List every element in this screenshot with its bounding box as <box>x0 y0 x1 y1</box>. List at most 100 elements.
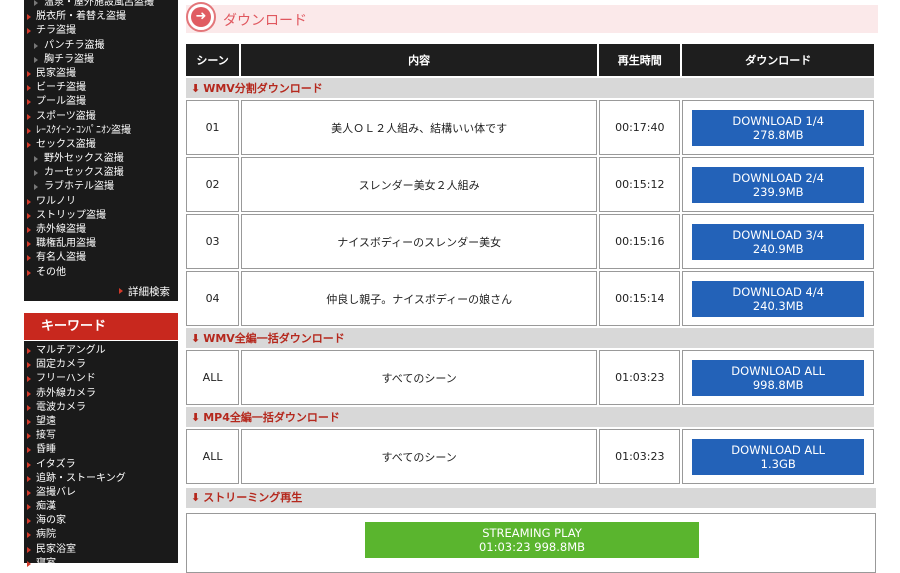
sidebar-category-item[interactable]: プール盗撮 <box>24 95 178 109</box>
download-icon: ⬇ <box>191 82 201 95</box>
time-cell: 00:15:12 <box>599 157 681 212</box>
section-title: MP4全編一括ダウンロード <box>203 411 340 424</box>
category-label: プール盗撮 <box>36 96 86 108</box>
content-cell: すべてのシーン <box>241 350 598 405</box>
column-header-download: ダウンロード <box>682 44 874 76</box>
sidebar-category-item[interactable]: 脱衣所・着替え盗撮 <box>24 10 178 24</box>
keyword-label: 民家浴室 <box>36 543 76 555</box>
sidebar-category-item[interactable]: スポーツ盗撮 <box>24 110 178 124</box>
sidebar-category-item[interactable]: パンチラ盗撮 <box>24 39 178 53</box>
sidebar-category-item[interactable]: ﾚｰｽｸｲｰﾝ･ｺﾝﾊﾟﾆｵﾝ盗撮 <box>24 124 178 138</box>
arrow-icon <box>34 56 38 63</box>
download-cell: DOWNLOAD 1/4 278.8MB <box>682 100 874 155</box>
sidebar-category-item[interactable]: 胸チラ盗撮 <box>24 53 178 67</box>
category-label: カーセックス盗撮 <box>44 167 124 179</box>
download-button-label: DOWNLOAD 2/4 <box>732 170 825 185</box>
sidebar-category-item[interactable]: 野外セックス盗撮 <box>24 152 178 166</box>
category-label: チラ盗撮 <box>36 25 76 37</box>
sidebar-category-item[interactable]: 民家盗撮 <box>24 67 178 81</box>
download-header: ➜ ダウンロード <box>186 2 878 33</box>
keyword-item[interactable]: フリーハンド <box>24 372 178 386</box>
keyword-item[interactable]: 電波カメラ <box>24 401 178 415</box>
section-title: WMV分割ダウンロード <box>203 82 323 95</box>
keyword-item[interactable]: 追跡・ストーキング <box>24 472 178 486</box>
section-header: ⬇ WMV全編一括ダウンロード <box>186 328 874 348</box>
sidebar-category-item[interactable]: チラ盗撮 <box>24 24 178 38</box>
content-cell: ナイスボディーのスレンダー美女 <box>241 214 598 269</box>
sidebar-category-item[interactable]: 赤外線盗撮 <box>24 223 178 237</box>
keyword-item[interactable]: 昏睡 <box>24 443 178 457</box>
arrow-icon <box>27 85 31 92</box>
sidebar-category-item[interactable]: ビーチ盗撮 <box>24 81 178 95</box>
download-button-label: DOWNLOAD 4/4 <box>732 284 825 299</box>
sidebar-category-item[interactable]: ストリップ盗撮 <box>24 209 178 223</box>
arrow-icon <box>34 156 38 163</box>
download-cell: DOWNLOAD ALL 1.3GB <box>682 429 874 484</box>
keyword-label: 病院 <box>36 529 56 541</box>
arrow-icon <box>27 376 31 383</box>
download-button-size: 239.9MB <box>752 184 804 199</box>
section-header-row: ⬇ WMV分割ダウンロード <box>186 78 874 98</box>
sidebar-category-item[interactable]: カーセックス盗撮 <box>24 166 178 180</box>
category-label: ﾚｰｽｸｲｰﾝ･ｺﾝﾊﾟﾆｵﾝ盗撮 <box>36 124 131 136</box>
keyword-panel: マルチアングル固定カメラ フリーハンド 赤外線カメラ 電波カメラ 望遠 接写 昏睡 イタズラ追… <box>24 341 178 569</box>
category-label: 脱衣所・着替え盗撮 <box>36 11 126 23</box>
keyword-item[interactable]: 望遠 <box>24 415 178 429</box>
keyword-item[interactable]: 盗撮バレ <box>24 486 178 500</box>
keyword-item[interactable]: マルチアングル <box>24 344 178 358</box>
arrow-icon <box>27 198 31 205</box>
category-menu: 温泉・屋外施設風呂盗撮脱衣所・着替え盗撮 チラ盗撮パンチラ盗撮 胸チラ盗撮民家盗撮ビ… <box>24 0 178 280</box>
arrow-icon <box>27 14 31 21</box>
arrow-icon <box>27 141 31 148</box>
keyword-item[interactable]: 病院 <box>24 528 178 542</box>
arrow-icon <box>27 241 31 248</box>
streaming-section: ⬇ ストリーミング再生 <box>186 488 878 508</box>
category-label: ストリップ盗撮 <box>36 209 106 221</box>
arrow-icon <box>27 70 31 77</box>
table-row: 01 美人ＯＬ２人組み、結構いい体です 00:17:40 DOWNLOAD 1/4 27… <box>186 100 874 155</box>
download-button[interactable]: DOWNLOAD 1/4 278.8MB <box>692 109 865 146</box>
category-label: 温泉・屋外施設風呂盗撮 <box>44 0 154 8</box>
sidebar-category-item[interactable]: 有名人盗撮 <box>24 251 178 265</box>
arrow-icon <box>27 475 31 482</box>
category-label: 胸チラ盗撮 <box>44 53 94 65</box>
keyword-item[interactable]: 接写 <box>24 429 178 443</box>
sidebar-category-item[interactable]: ワルノリ <box>24 195 178 209</box>
download-button-size: 278.8MB <box>752 127 804 142</box>
download-cell: DOWNLOAD 2/4 239.9MB <box>682 157 874 212</box>
download-button[interactable]: DOWNLOAD ALL 998.8MB <box>692 359 865 396</box>
download-button[interactable]: DOWNLOAD 2/4 239.9MB <box>692 166 865 203</box>
download-button[interactable]: DOWNLOAD 4/4 240.3MB <box>692 280 865 317</box>
section-header: ⬇ MP4全編一括ダウンロード <box>186 407 874 427</box>
sidebar-category-item[interactable]: その他 <box>24 266 178 280</box>
arrow-icon <box>27 560 31 567</box>
keyword-item[interactable]: 痴漢 <box>24 500 178 514</box>
arrow-icon <box>27 362 31 369</box>
keyword-label: イタズラ <box>36 458 76 470</box>
keyword-item[interactable]: 赤外線カメラ <box>24 387 178 401</box>
sidebar-category-item[interactable]: 温泉・屋外施設風呂盗撮 <box>24 0 178 10</box>
streaming-section-header: ⬇ ストリーミング再生 <box>186 488 876 508</box>
download-circle-icon: ➜ <box>186 2 216 32</box>
sidebar-category-item[interactable]: セックス盗撮 <box>24 138 178 152</box>
keyword-item[interactable]: 民家浴室 <box>24 543 178 557</box>
scene-cell: 02 <box>186 157 240 212</box>
category-label: セックス盗撮 <box>36 138 96 150</box>
keyword-label: マルチアングル <box>36 345 106 356</box>
content-cell: 仲良し親子。ナイスボディーの娘さん <box>241 271 598 326</box>
keyword-item[interactable]: 固定カメラ <box>24 358 178 372</box>
download-button[interactable]: DOWNLOAD ALL 1.3GB <box>692 438 865 475</box>
sidebar-category-item[interactable]: ラブホテル盗撮 <box>24 180 178 194</box>
download-button[interactable]: DOWNLOAD 3/4 240.9MB <box>692 223 865 260</box>
keyword-item[interactable]: 海の家 <box>24 514 178 528</box>
section-header-row: ⬇ WMV全編一括ダウンロード <box>186 328 874 348</box>
streaming-play-button[interactable]: STREAMING PLAY 01:03:23 998.8MB <box>365 522 699 558</box>
keyword-item[interactable]: 寝室 <box>24 557 178 571</box>
download-button-size: 1.3GB <box>760 456 796 471</box>
keyword-item[interactable]: イタズラ <box>24 458 178 472</box>
keyword-label: 海の家 <box>36 515 66 527</box>
detail-search-link[interactable]: 詳細検索 <box>119 284 170 299</box>
sidebar-category-item[interactable]: 職権乱用盗撮 <box>24 237 178 251</box>
page-title: ダウンロード <box>223 13 307 29</box>
arrow-icon <box>27 348 31 354</box>
